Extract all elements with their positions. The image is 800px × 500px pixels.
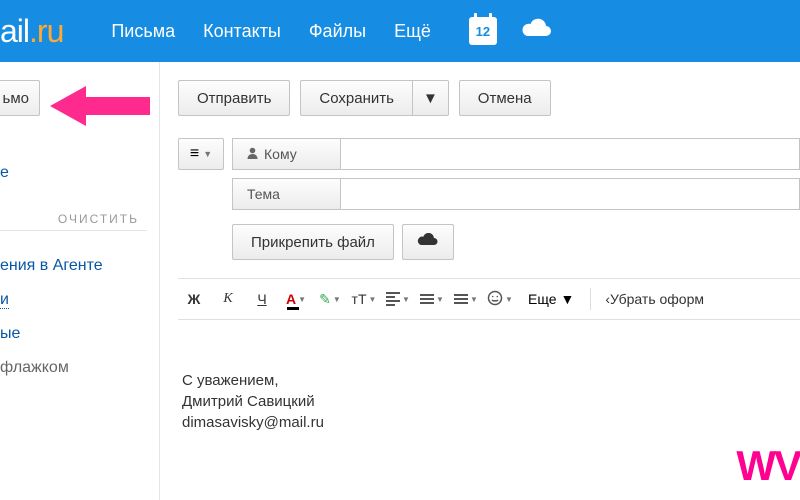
compose-pane: Отправить Сохранить ▼ Отмена ≡ ▼ Кому Те… [160,62,800,500]
subject-input[interactable] [340,178,800,210]
subject-row: Тема [232,178,800,210]
sidebar-links: е ОЧИСТИТЬ ения в Агенте и ые флажком [0,156,159,385]
main: ьмо е ОЧИСТИТЬ ения в Агенте и ые флажко… [0,62,800,500]
compose-button[interactable]: ьмо [0,80,40,116]
ed-emoji[interactable]: ▼ [484,285,516,313]
ed-underline[interactable]: Ч [246,285,278,313]
sidebar-link-flag[interactable]: флажком [0,351,147,385]
top-header: ail.ru Письма Контакты Файлы Ещё 12 [0,0,800,62]
sidebar-link-3-label: и [0,291,9,309]
nav-mail[interactable]: Письма [111,21,175,42]
sidebar-link-4[interactable]: ые [0,317,147,351]
tutorial-arrow [50,82,150,135]
header-fields: ≡ ▼ Кому Тема [178,138,800,210]
compose-toolbar: Отправить Сохранить ▼ Отмена [178,80,800,116]
attach-button[interactable]: Прикрепить файл [232,224,394,260]
ed-more[interactable]: Еще▼ [518,291,584,307]
save-button[interactable]: Сохранить [300,80,412,116]
nav-contacts[interactable]: Контакты [203,21,281,42]
editor-toolbar: Ж К Ч А▼ ✎▼ тТ▼ ▼ ▼ ▼ ▼ Еще▼ Убрать офор… [178,278,800,320]
attach-cloud-button[interactable] [402,224,454,260]
save-split: Сохранить ▼ [300,80,448,116]
sidebar-link-agent[interactable]: ения в Агенте [0,249,147,283]
attach-row: Прикрепить файл [232,224,800,260]
signature-line1: С уважением, [182,370,800,391]
nav-files[interactable]: Файлы [309,21,366,42]
ed-italic[interactable]: К [212,285,244,313]
ed-line-height[interactable]: ▼ [450,285,482,313]
nav-more[interactable]: Ещё [394,21,431,42]
ed-font-size[interactable]: тТ▼ [348,285,380,313]
ed-font-size-label: тТ [352,291,367,307]
header-icons: 12 [469,17,553,45]
align-icon [386,290,400,308]
cloud-icon[interactable] [521,18,553,45]
smile-icon [487,290,503,309]
sidebar-link-1[interactable]: е [0,156,147,190]
list-icon [420,292,434,306]
ed-font-color-label: А [286,291,296,307]
logo[interactable]: ail.ru [0,13,83,50]
sidebar-clear[interactable]: ОЧИСТИТЬ [0,208,147,231]
logo-suffix: ru [37,13,63,49]
to-label-text: Кому [264,146,297,162]
ed-bold[interactable]: Ж [178,285,210,313]
lineheight-icon [454,292,468,306]
send-button[interactable]: Отправить [178,80,290,116]
ed-separator [590,288,591,310]
signature-line2: Дмитрий Савицкий [182,391,800,412]
cancel-button[interactable]: Отмена [459,80,551,116]
calendar-icon[interactable]: 12 [469,17,497,45]
ed-align[interactable]: ▼ [382,285,414,313]
ed-more-label: Еще [528,291,557,307]
to-input[interactable] [340,138,800,170]
ed-font-color[interactable]: А▼ [280,285,312,313]
ed-remove-format[interactable]: Убрать оформ [597,291,712,307]
message-body[interactable]: С уважением, Дмитрий Савицкий dimasavisk… [178,320,800,433]
ed-highlight[interactable]: ✎▼ [314,285,346,313]
person-icon [247,146,258,162]
options-button[interactable]: ≡ ▼ [178,138,224,170]
cloud-small-icon [417,233,439,251]
sidebar-link-3[interactable]: и [0,283,147,317]
to-label[interactable]: Кому [232,138,340,170]
logo-text: ail [0,13,29,49]
ed-list[interactable]: ▼ [416,285,448,313]
top-nav: Письма Контакты Файлы Ещё [111,21,431,42]
sidebar: ьмо е ОЧИСТИТЬ ения в Агенте и ые флажко… [0,62,160,500]
logo-dot: . [29,13,37,49]
save-dropdown[interactable]: ▼ [412,80,449,116]
signature-line3: dimasavisky@mail.ru [182,412,800,433]
watermark: WV [736,442,800,490]
subject-label: Тема [232,178,340,210]
to-row: ≡ ▼ Кому [178,138,800,170]
